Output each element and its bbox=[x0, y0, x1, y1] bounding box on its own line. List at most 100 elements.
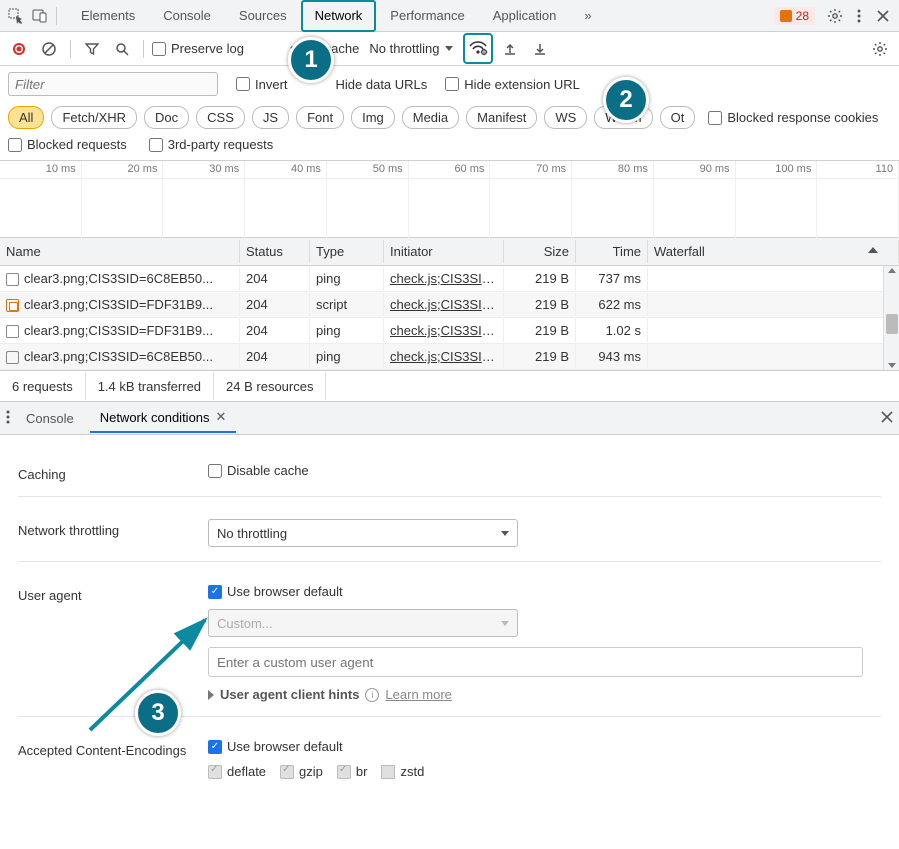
info-icon: i bbox=[365, 688, 379, 702]
ua-client-hints-toggle[interactable]: User agent client hints i Learn more bbox=[208, 687, 863, 702]
tab-application[interactable]: Application bbox=[479, 0, 571, 32]
table-scrollbar[interactable] bbox=[883, 266, 899, 370]
col-time[interactable]: Time bbox=[576, 240, 648, 263]
file-icon bbox=[6, 273, 19, 286]
type-pill-other[interactable]: Ot bbox=[660, 106, 696, 129]
table-row[interactable]: clear3.png;CIS3SID=FDF31B9...204scriptch… bbox=[0, 292, 899, 318]
close-tab-icon[interactable]: ✕ bbox=[216, 409, 227, 425]
enc-use-default-checkbox[interactable]: ✓Use browser default bbox=[208, 739, 863, 754]
hide-data-urls-checkbox[interactable]: Hide data URLs bbox=[336, 77, 428, 92]
type-pill-doc[interactable]: Doc bbox=[144, 106, 189, 129]
type-pill-css[interactable]: CSS bbox=[196, 106, 245, 129]
enc-zstd-checkbox: zstd bbox=[381, 764, 424, 779]
drawer-disable-cache-checkbox[interactable]: Disable cache bbox=[208, 463, 863, 478]
timeline-tick: 50 ms bbox=[327, 161, 409, 178]
type-pill-fetch[interactable]: Fetch/XHR bbox=[51, 106, 137, 129]
upload-har-icon[interactable] bbox=[497, 36, 523, 62]
network-conditions-button[interactable] bbox=[463, 33, 493, 64]
filter-input[interactable] bbox=[8, 72, 218, 96]
file-icon bbox=[6, 351, 19, 364]
timeline-overview[interactable]: 10 ms20 ms30 ms40 ms50 ms60 ms70 ms80 ms… bbox=[0, 160, 899, 238]
drawer-tab-console[interactable]: Console bbox=[16, 405, 84, 432]
footer-resources: 24 B resources bbox=[214, 373, 326, 400]
type-filter-row: All Fetch/XHR Doc CSS JS Font Img Media … bbox=[0, 102, 899, 137]
preserve-log-checkbox[interactable]: Preserve log bbox=[152, 41, 244, 56]
throttling-dropdown[interactable]: No throttling bbox=[208, 519, 518, 547]
tab-more[interactable]: » bbox=[570, 0, 605, 32]
type-pill-ws[interactable]: WS bbox=[544, 106, 587, 129]
panel-settings-gear-icon[interactable] bbox=[867, 36, 893, 62]
throttling-select[interactable]: No throttling bbox=[363, 38, 459, 59]
blocked-requests-checkbox[interactable]: Blocked requests bbox=[8, 137, 127, 152]
enc-br-label: br bbox=[356, 764, 368, 779]
type-pill-media[interactable]: Media bbox=[402, 106, 459, 129]
error-badge[interactable]: 28 bbox=[774, 7, 815, 25]
initiator-link[interactable]: check.js;CIS3SID= bbox=[390, 297, 499, 312]
clear-button[interactable] bbox=[36, 36, 62, 62]
third-party-label: 3rd-party requests bbox=[168, 137, 274, 152]
type-pill-all[interactable]: All bbox=[8, 106, 44, 129]
error-icon bbox=[780, 10, 792, 22]
enc-deflate-checkbox: deflate bbox=[208, 764, 266, 779]
blocked-cookies-checkbox[interactable]: Blocked response cookies bbox=[708, 110, 878, 125]
throttling-dropdown-value: No throttling bbox=[217, 526, 287, 541]
third-party-checkbox[interactable]: 3rd-party requests bbox=[149, 137, 274, 152]
annotation-bubble-1: 1 bbox=[288, 37, 334, 83]
inspect-icon[interactable] bbox=[4, 4, 28, 28]
device-toolbar-icon[interactable] bbox=[28, 4, 52, 28]
type-pill-img[interactable]: Img bbox=[351, 106, 395, 129]
col-name[interactable]: Name bbox=[0, 240, 240, 263]
table-row[interactable]: clear3.png;CIS3SID=6C8EB50...204pingchec… bbox=[0, 344, 899, 370]
settings-gear-icon[interactable] bbox=[823, 4, 847, 28]
col-status[interactable]: Status bbox=[240, 240, 310, 263]
invert-checkbox[interactable]: Invert bbox=[236, 77, 288, 92]
ua-use-default-checkbox[interactable]: ✓Use browser default bbox=[208, 584, 863, 599]
search-icon[interactable] bbox=[109, 36, 135, 62]
chevron-down-icon bbox=[445, 46, 453, 51]
enc-br-checkbox: br bbox=[337, 764, 368, 779]
tab-performance[interactable]: Performance bbox=[376, 0, 478, 32]
tab-console[interactable]: Console bbox=[149, 0, 225, 32]
throttling-label: Network throttling bbox=[18, 519, 198, 538]
chevron-down-icon bbox=[501, 531, 509, 536]
invert-label: Invert bbox=[255, 77, 288, 92]
type-pill-js[interactable]: JS bbox=[252, 106, 289, 129]
initiator-link[interactable]: check.js;CIS3SID= bbox=[390, 323, 499, 338]
tab-sources[interactable]: Sources bbox=[225, 0, 301, 32]
timeline-tick: 20 ms bbox=[82, 161, 164, 178]
drawer-tab-network-conditions[interactable]: Network conditions ✕ bbox=[90, 403, 237, 433]
drawer-kebab-icon[interactable] bbox=[6, 410, 10, 427]
drawer-tab-netcond-label: Network conditions bbox=[100, 410, 210, 425]
enc-use-default-label: Use browser default bbox=[227, 739, 343, 754]
close-devtools-icon[interactable] bbox=[871, 4, 895, 28]
drawer-disable-cache-label: Disable cache bbox=[227, 463, 309, 478]
hide-ext-urls-checkbox[interactable]: Hide extension URL bbox=[445, 77, 580, 92]
filter-icon[interactable] bbox=[79, 36, 105, 62]
type-pill-manifest[interactable]: Manifest bbox=[466, 106, 537, 129]
ua-custom-input[interactable] bbox=[208, 647, 863, 677]
timeline-tick: 90 ms bbox=[654, 161, 736, 178]
initiator-link[interactable]: check.js;CIS3SID= bbox=[390, 349, 499, 364]
learn-more-link[interactable]: Learn more bbox=[385, 687, 451, 702]
col-size[interactable]: Size bbox=[504, 240, 576, 263]
tab-network[interactable]: Network bbox=[301, 0, 377, 32]
footer-transferred: 1.4 kB transferred bbox=[86, 373, 214, 400]
ua-hints-label: User agent client hints bbox=[220, 687, 359, 702]
close-drawer-icon[interactable] bbox=[881, 411, 893, 426]
col-waterfall[interactable]: Waterfall bbox=[648, 240, 899, 263]
initiator-link[interactable]: check.js;CIS3SID= bbox=[390, 271, 499, 286]
ua-use-default-label: Use browser default bbox=[227, 584, 343, 599]
col-initiator[interactable]: Initiator bbox=[384, 240, 504, 263]
table-row[interactable]: clear3.png;CIS3SID=FDF31B9...204pingchec… bbox=[0, 318, 899, 344]
kebab-menu-icon[interactable] bbox=[847, 4, 871, 28]
record-button[interactable] bbox=[6, 36, 32, 62]
ua-preset-dropdown: Custom... bbox=[208, 609, 518, 637]
col-type[interactable]: Type bbox=[310, 240, 384, 263]
download-har-icon[interactable] bbox=[527, 36, 553, 62]
timeline-tick: 110 bbox=[817, 161, 899, 178]
tab-elements[interactable]: Elements bbox=[67, 0, 149, 32]
sort-arrow-icon bbox=[868, 247, 878, 253]
type-pill-font[interactable]: Font bbox=[296, 106, 344, 129]
drawer-tab-bar: Console Network conditions ✕ bbox=[0, 401, 899, 435]
table-row[interactable]: clear3.png;CIS3SID=6C8EB50...204pingchec… bbox=[0, 266, 899, 292]
